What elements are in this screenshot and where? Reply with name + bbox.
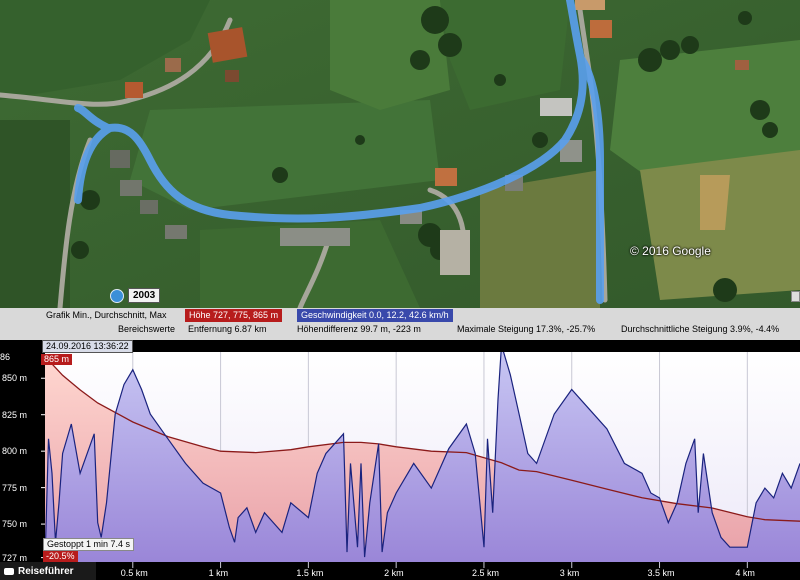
grade-tag: -20.5% xyxy=(43,551,78,562)
x-tick-label: 2.5 km xyxy=(471,568,499,578)
historical-imagery-control[interactable]: 2003 xyxy=(110,287,161,304)
field-patch xyxy=(0,120,70,308)
y-tick-label: 800 m xyxy=(2,446,28,457)
speed-stats[interactable]: Geschwindigkeit 0.0, 12.2, 42.6 km/h xyxy=(297,309,453,322)
field-patch xyxy=(480,170,600,308)
tour-guide-button[interactable]: Reiseführer xyxy=(0,562,96,580)
x-tick-label: 1.5 km xyxy=(296,568,324,578)
height-diff-stat: Höhendifferenz 99.7 m, -223 m xyxy=(297,324,421,334)
clock-icon[interactable] xyxy=(110,288,124,303)
max-height-tag: 865 m xyxy=(41,354,73,365)
x-tick-label: 3 km xyxy=(559,568,580,578)
graph-mode-label[interactable]: Grafik Min., Durchschnitt, Max xyxy=(46,309,167,322)
stopped-time-tag: Gestoppt 1 min 7.4 s xyxy=(43,538,135,551)
x-tick-label: 2 km xyxy=(384,568,404,578)
satellite-map[interactable]: © 2016 Google 2003 xyxy=(0,0,800,308)
y-tick-label: 750 m xyxy=(2,519,28,530)
y-tick-label: 850 m xyxy=(2,373,28,384)
map-imagery xyxy=(0,0,800,308)
elevation-chart[interactable]: 86 24.09.2016 13:36:22 865 m Gestoppt 1 … xyxy=(0,340,800,580)
x-tick-label: 1 km xyxy=(208,568,229,578)
map-edge-control[interactable] xyxy=(791,291,800,302)
field-patch xyxy=(700,175,730,230)
elevation-profile-info: Grafik Min., Durchschnitt, Max Höhe 727,… xyxy=(0,308,800,340)
cursor-timestamp: 24.09.2016 13:36:22 xyxy=(42,340,133,353)
y-tick-label: 775 m xyxy=(2,482,28,493)
y-tick-label: 825 m xyxy=(2,409,28,420)
x-tick-label: 3.5 km xyxy=(647,568,675,578)
tour-guide-label: Reiseführer xyxy=(18,565,74,577)
axis-ticks xyxy=(41,377,45,559)
top-edge-value: 86 xyxy=(0,352,11,362)
car-icon xyxy=(4,567,14,575)
height-stats[interactable]: Höhe 727, 775, 865 m xyxy=(185,309,283,322)
avg-slope-stat: Durchschnittliche Steigung 3.9%, -4.4% xyxy=(621,324,780,334)
imagery-year[interactable]: 2003 xyxy=(128,288,161,303)
x-tick-label: 0.5 km xyxy=(120,568,148,578)
max-slope-stat: Maximale Steigung 17.3%, -25.7% xyxy=(457,324,596,334)
x-tick-label: 4 km xyxy=(735,568,755,578)
map-copyright: © 2016 Google xyxy=(630,244,711,258)
range-values-label: Bereichswerte xyxy=(118,324,176,334)
distance-stat: Entfernung 6.87 km xyxy=(188,324,267,334)
